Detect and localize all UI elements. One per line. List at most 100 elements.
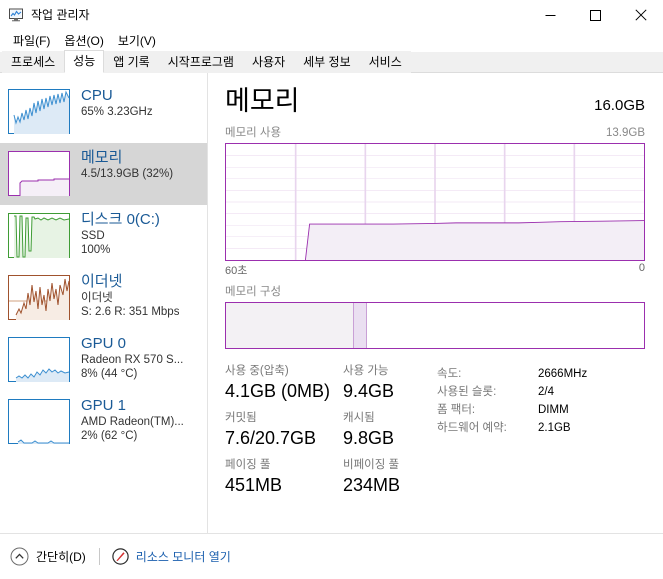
- tab-services[interactable]: 서비스: [359, 51, 411, 73]
- close-button[interactable]: [618, 0, 663, 30]
- gpu0-thumbnail-chart: [8, 337, 70, 382]
- tab-app-history[interactable]: 앱 기록: [104, 51, 159, 73]
- panel-header: 메모리 16.0GB: [225, 85, 645, 117]
- memory-usage-chart: [225, 143, 645, 261]
- graph-header: 메모리 사용 13.9GB: [225, 124, 645, 140]
- sidebar-item-ethernet-title: 이더넷: [81, 273, 123, 290]
- fewer-details-button[interactable]: 간단히(D): [10, 547, 86, 566]
- tab-startup[interactable]: 시작프로그램: [158, 51, 243, 73]
- window-controls: [528, 0, 663, 30]
- stats-left-column: 사용 중(압축) 4.1GB (0MB) 사용 가능 9.4GB 커밋됨 7.6…: [225, 363, 437, 504]
- tab-users[interactable]: 사용자: [242, 51, 295, 73]
- sidebar-item-gpu1-text: GPU 1 AMD Radeon(TM)... 2% (62 °C): [81, 395, 184, 443]
- spec-hardware-reserved-value: 2.1GB: [538, 422, 571, 434]
- sidebar-item-gpu1-sub2: 2% (62 °C): [81, 430, 138, 442]
- ethernet-thumbnail-chart: [8, 275, 70, 320]
- minimize-button[interactable]: [528, 0, 573, 30]
- stat-available: 사용 가능 9.4GB: [343, 363, 433, 410]
- stat-cached-value: 9.8GB: [343, 428, 395, 448]
- stat-available-value: 9.4GB: [343, 381, 395, 401]
- sidebar-item-memory-text: 메모리 4.5/13.9GB (32%): [81, 147, 173, 181]
- spec-speed: 속도: 2666MHz: [437, 365, 645, 383]
- axis-right-label: 0: [638, 262, 645, 274]
- sidebar-item-cpu-text: CPU 65% 3.23GHz: [81, 85, 153, 119]
- stats-area: 사용 중(압축) 4.1GB (0MB) 사용 가능 9.4GB 커밋됨 7.6…: [225, 363, 645, 504]
- sidebar-item-gpu1[interactable]: GPU 1 AMD Radeon(TM)... 2% (62 °C): [0, 391, 207, 453]
- menu-bar: 파일(F) 옵션(O) 보기(V): [0, 30, 663, 52]
- sidebar-item-gpu1-title: GPU 1: [81, 397, 127, 414]
- composition-title: 메모리 구성: [225, 286, 282, 298]
- spec-speed-key: 속도:: [437, 368, 462, 380]
- status-bar: 간단히(D) 리소스 모니터 열기: [0, 533, 663, 579]
- tab-performance[interactable]: 성능: [64, 50, 105, 73]
- sidebar-item-memory-sub: 4.5/13.9GB (32%): [81, 168, 174, 180]
- spec-form-factor-key: 폼 팩터:: [437, 404, 476, 416]
- chevron-up-icon: [10, 547, 29, 566]
- memory-thumbnail-chart: [8, 151, 70, 196]
- stat-in-use-value: 4.1GB (0MB): [225, 381, 331, 401]
- stat-cached-label: 캐시됨: [343, 412, 375, 424]
- stat-committed-value: 7.6/20.7GB: [225, 428, 317, 448]
- task-manager-window: 작업 관리자 파일(F) 옵션(O) 보기(V) 프로세스 성능 앱 기록 시작…: [0, 0, 663, 579]
- sidebar-item-gpu0-sub: Radeon RX 570 S...: [81, 354, 184, 366]
- sidebar-item-gpu0-text: GPU 0 Radeon RX 570 S... 8% (44 °C): [81, 333, 183, 381]
- stat-in-use-label: 사용 중(압축): [225, 365, 289, 377]
- stat-in-use: 사용 중(압축) 4.1GB (0MB): [225, 363, 343, 410]
- status-bar-separator: [98, 548, 100, 565]
- sidebar-item-ethernet-sub: 이더넷: [81, 292, 113, 304]
- stat-committed-label: 커밋됨: [225, 412, 257, 424]
- composition-segment-available: [366, 303, 644, 348]
- stat-nonpaged-pool-value: 234MB: [343, 475, 401, 495]
- sidebar-item-memory[interactable]: 메모리 4.5/13.9GB (32%): [0, 143, 207, 205]
- sidebar-item-disk-title: 디스크 0(C:): [81, 211, 160, 228]
- sidebar-item-disk[interactable]: 디스크 0(C:) SSD 100%: [0, 205, 207, 267]
- open-resource-monitor-label: 리소스 모니터 열기: [135, 550, 231, 564]
- spec-slots-key: 사용된 슬롯:: [437, 386, 497, 398]
- menu-item-options[interactable]: 옵션(O): [59, 31, 112, 51]
- menu-item-file[interactable]: 파일(F): [8, 31, 59, 51]
- axis-left-label: 60초: [225, 265, 248, 277]
- composition-segment-inuse: [226, 303, 354, 348]
- chart-axis-labels: 60초 0: [225, 262, 645, 278]
- open-resource-monitor-link[interactable]: 리소스 모니터 열기: [112, 548, 231, 565]
- stat-available-label: 사용 가능: [343, 365, 389, 377]
- spec-form-factor: 폼 팩터: DIMM: [437, 401, 645, 419]
- page-title: 메모리: [225, 86, 300, 116]
- sidebar-item-ethernet-text: 이더넷 이더넷 S: 2.6 R: 351 Mbps: [81, 271, 179, 319]
- sidebar-item-gpu1-sub: AMD Radeon(TM)...: [81, 416, 184, 428]
- spec-slots-value: 2/4: [538, 386, 554, 398]
- gpu1-thumbnail-chart: [8, 399, 70, 444]
- memory-composition-bar[interactable]: [225, 302, 645, 349]
- spec-form-factor-value: DIMM: [538, 404, 569, 416]
- stats-right-column: 속도: 2666MHz 사용된 슬롯: 2/4 폼 팩터: DIMM 하드웨어 …: [437, 363, 645, 504]
- stat-nonpaged-pool-label: 비페이징 풀: [343, 459, 400, 471]
- window-title: 작업 관리자: [31, 8, 90, 22]
- sidebar-item-ethernet[interactable]: 이더넷 이더넷 S: 2.6 R: 351 Mbps: [0, 267, 207, 329]
- tab-processes[interactable]: 프로세스: [2, 51, 65, 73]
- memory-total: 16.0GB: [594, 97, 645, 114]
- fewer-details-label: 간단히(D): [36, 550, 86, 564]
- stat-paged-pool: 페이징 풀 451MB: [225, 457, 343, 504]
- sidebar-item-disk-text: 디스크 0(C:) SSD 100%: [81, 209, 160, 257]
- disk-thumbnail-chart: [8, 213, 70, 258]
- stats-row-2: 커밋됨 7.6/20.7GB 캐시됨 9.8GB: [225, 410, 437, 457]
- sidebar-item-ethernet-sub2: S: 2.6 R: 351 Mbps: [81, 306, 180, 318]
- sidebar-item-gpu0[interactable]: GPU 0 Radeon RX 570 S... 8% (44 °C): [0, 329, 207, 391]
- stats-row-3: 페이징 풀 451MB 비페이징 풀 234MB: [225, 457, 437, 504]
- memory-detail-panel: 메모리 16.0GB 메모리 사용 13.9GB 60초 0 메모리 구성 사용…: [208, 73, 663, 546]
- spec-hardware-reserved-key: 하드웨어 예약:: [437, 422, 507, 434]
- sidebar-item-cpu[interactable]: CPU 65% 3.23GHz: [0, 81, 207, 143]
- sidebar-item-gpu0-sub2: 8% (44 °C): [81, 368, 138, 380]
- menu-item-view[interactable]: 보기(V): [113, 31, 165, 51]
- resource-monitor-icon: [112, 548, 129, 565]
- stat-paged-pool-label: 페이징 풀: [225, 459, 271, 471]
- sidebar-item-disk-sub2: 100%: [81, 244, 111, 256]
- stat-cached: 캐시됨 9.8GB: [343, 410, 433, 457]
- spec-speed-value: 2666MHz: [538, 368, 588, 380]
- graph-max-value: 13.9GB: [606, 127, 645, 139]
- tab-details[interactable]: 세부 정보: [294, 51, 360, 73]
- stat-nonpaged-pool: 비페이징 풀 234MB: [343, 457, 433, 504]
- maximize-button[interactable]: [573, 0, 618, 30]
- cpu-thumbnail-chart: [8, 89, 70, 134]
- tab-strip: 프로세스 성능 앱 기록 시작프로그램 사용자 세부 정보 서비스: [0, 50, 663, 73]
